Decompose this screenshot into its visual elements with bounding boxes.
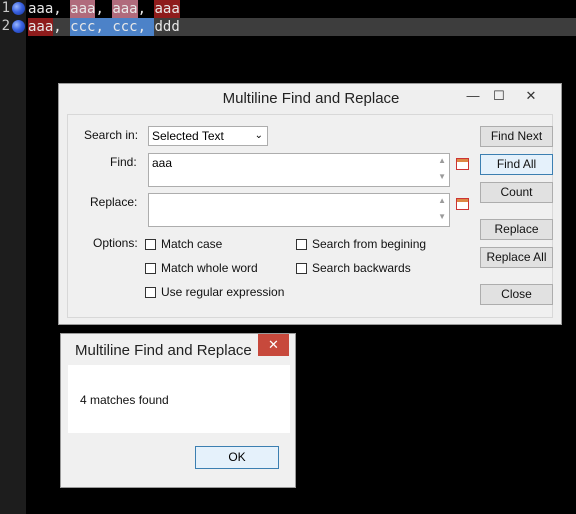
find-input[interactable]: aaa ▲ ▼ bbox=[148, 153, 450, 187]
history-icon[interactable] bbox=[456, 158, 469, 170]
find-label: Find: bbox=[110, 155, 137, 169]
find-next-button[interactable]: Find Next bbox=[480, 126, 553, 147]
replace-label: Replace: bbox=[90, 195, 138, 209]
match-case-label: Match case bbox=[161, 237, 223, 251]
maximize-button[interactable]: ☐ bbox=[489, 88, 509, 104]
code-token: aaa bbox=[28, 1, 54, 17]
code-token: , bbox=[95, 1, 113, 17]
options-label: Options: bbox=[93, 236, 138, 250]
search-backwards-checkbox[interactable] bbox=[296, 263, 307, 274]
editor-gutter bbox=[0, 0, 26, 514]
match-case-checkbox[interactable] bbox=[145, 239, 156, 250]
code-token: , bbox=[53, 1, 71, 17]
code-token: ddd bbox=[154, 19, 180, 35]
message-body: 4 matches found bbox=[68, 365, 290, 433]
selection-highlight: , bbox=[95, 18, 113, 36]
close-button[interactable]: Close bbox=[480, 284, 553, 305]
message-dialog: Multiline Find and Replace ✕ 4 matches f… bbox=[60, 333, 296, 488]
ok-button[interactable]: OK bbox=[195, 446, 279, 469]
editor-line-current[interactable]: aaa, ccc, ccc, ddd bbox=[28, 18, 576, 36]
match-highlight: aaa bbox=[154, 0, 180, 18]
scroll-up-icon[interactable]: ▲ bbox=[438, 157, 446, 165]
match-whole-word-checkbox[interactable] bbox=[145, 263, 156, 274]
dialog-title: Multiline Find and Replace bbox=[222, 90, 400, 107]
editor-line[interactable]: aaa, aaa, aaa, aaa bbox=[28, 0, 576, 18]
replace-button[interactable]: Replace bbox=[480, 219, 553, 240]
use-regex-checkbox[interactable] bbox=[145, 287, 156, 298]
code-token: , bbox=[137, 1, 155, 17]
bookmark-marker-icon bbox=[12, 2, 25, 15]
selection-highlight: , bbox=[137, 18, 155, 36]
scroll-down-icon[interactable]: ▼ bbox=[438, 213, 446, 221]
find-all-button[interactable]: Find All bbox=[480, 154, 553, 175]
match-count-message: 4 matches found bbox=[80, 393, 169, 407]
count-button[interactable]: Count bbox=[480, 182, 553, 203]
replace-all-button[interactable]: Replace All bbox=[480, 247, 553, 268]
dialog-body: Search in: Selected Text ⌄ Find: aaa ▲ ▼… bbox=[67, 114, 553, 318]
code-token: , bbox=[53, 19, 71, 35]
search-in-label: Search in: bbox=[84, 128, 139, 142]
match-highlight: aaa bbox=[70, 0, 96, 18]
bookmark-marker-icon bbox=[12, 20, 25, 33]
match-highlight: aaa bbox=[112, 0, 138, 18]
use-regex-label: Use regular expression bbox=[161, 285, 285, 299]
close-window-button[interactable]: ✕ bbox=[521, 88, 541, 104]
close-icon[interactable]: ✕ bbox=[258, 334, 289, 356]
find-replace-dialog: Multiline Find and Replace — ☐ ✕ Search … bbox=[58, 83, 562, 325]
search-in-value: Selected Text bbox=[152, 129, 224, 143]
line-number: 2 bbox=[1, 18, 10, 34]
minimize-button[interactable]: — bbox=[463, 88, 483, 103]
replace-input[interactable]: ▲ ▼ bbox=[148, 193, 450, 227]
search-backwards-label: Search backwards bbox=[312, 261, 411, 275]
search-from-beginning-checkbox[interactable] bbox=[296, 239, 307, 250]
line-number: 1 bbox=[1, 0, 10, 16]
search-in-select[interactable]: Selected Text ⌄ bbox=[148, 126, 268, 146]
selection-highlight: ccc bbox=[112, 18, 138, 36]
selection-highlight: ccc bbox=[70, 18, 96, 36]
match-highlight: aaa bbox=[28, 18, 54, 36]
chevron-down-icon: ⌄ bbox=[254, 130, 263, 141]
find-value: aaa bbox=[152, 156, 173, 170]
message-dialog-title: Multiline Find and Replace bbox=[75, 342, 252, 359]
history-icon[interactable] bbox=[456, 198, 469, 210]
match-whole-word-label: Match whole word bbox=[161, 261, 258, 275]
search-from-beginning-label: Search from begining bbox=[312, 237, 427, 251]
scroll-down-icon[interactable]: ▼ bbox=[438, 173, 446, 181]
scroll-up-icon[interactable]: ▲ bbox=[438, 197, 446, 205]
